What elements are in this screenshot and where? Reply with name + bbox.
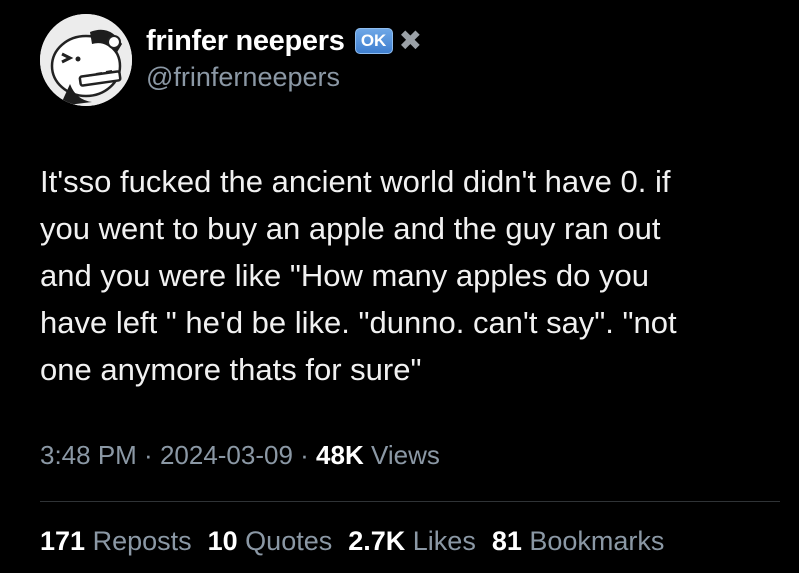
meta-separator: ·	[292, 440, 317, 470]
reposts-label: Reposts	[85, 526, 192, 556]
bookmarks-count: 81	[491, 526, 522, 556]
author-handle[interactable]: @frinferneepers	[146, 62, 340, 93]
author-display-name[interactable]: frinfer neepers	[146, 25, 345, 58]
views-label: Views	[363, 440, 440, 470]
reposts-count: 171	[40, 526, 86, 556]
avatar[interactable]	[40, 14, 132, 106]
divider	[40, 501, 780, 502]
reposts-stat[interactable]: 171 Reposts	[40, 526, 192, 557]
tweet-time[interactable]: 3:48 PM	[40, 440, 137, 470]
quotes-label: Quotes	[237, 526, 333, 556]
author-name-row: frinfer neepers OK ✖	[146, 24, 422, 58]
likes-label: Likes	[405, 526, 476, 556]
bookmarks-label: Bookmarks	[521, 526, 665, 556]
tweet-date[interactable]: 2024-03-09	[160, 440, 293, 470]
tweet-text: It'sso fucked the ancient world didn't h…	[40, 164, 677, 387]
likes-stat[interactable]: 2.7K Likes	[348, 526, 476, 557]
quotes-stat[interactable]: 10 Quotes	[208, 526, 333, 557]
meta-separator: ·	[136, 440, 160, 470]
quotes-count: 10	[207, 526, 238, 556]
tweet-card: frinfer neepers OK ✖ @frinferneepers It'…	[0, 0, 799, 573]
avatar-image	[40, 14, 132, 106]
x-mark-icon: ✖	[398, 25, 423, 56]
engagement-stats: 171 Reposts 10 Quotes 2.7K Likes 81 Book…	[40, 526, 664, 557]
tweet-meta: 3:48 PM · 2024-03-09 · 48K Views	[40, 440, 440, 471]
views-count: 48K	[316, 440, 364, 470]
likes-count: 2.7K	[348, 526, 406, 556]
ok-badge-icon: OK	[354, 28, 393, 54]
bookmarks-stat[interactable]: 81 Bookmarks	[492, 526, 665, 557]
